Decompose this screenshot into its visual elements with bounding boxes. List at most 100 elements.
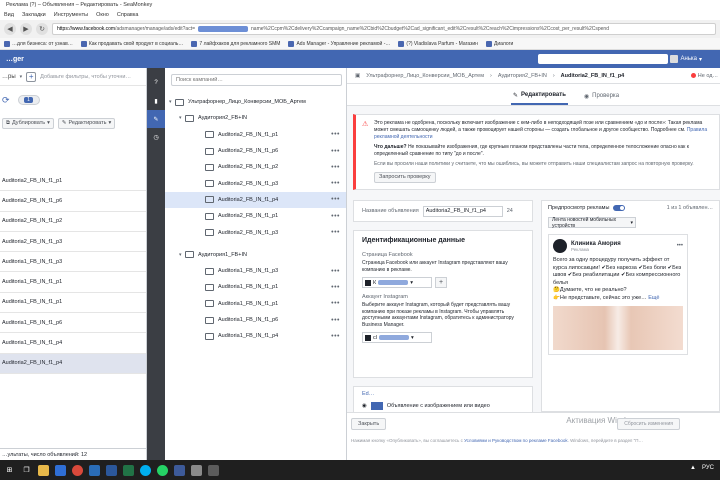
tree-ad[interactable]: Auditoria1_FB_IN_f1_p4 ••• (165, 328, 346, 344)
table-row[interactable]: Auditoria2_FB_IN_f1_p3 (0, 232, 146, 253)
table-row[interactable]: Auditoria2_FB_IN_f1_p1 (0, 171, 146, 192)
tab-edit[interactable]: ✎ Редактировать (511, 87, 568, 105)
more-icon[interactable]: ••• (331, 213, 340, 220)
more-icon[interactable]: ••• (331, 300, 340, 307)
bookmark-2[interactable]: Как продавать свой продукт в социаль… (80, 40, 183, 47)
bookmark-3[interactable]: 7 лайфхаков для рекламного SMM (191, 40, 280, 47)
placement-select[interactable]: Лента новостей мобильных устройств ▾ (548, 217, 636, 229)
photoshop-icon[interactable] (89, 464, 100, 476)
ig-account-select[interactable]: cl ▾ (362, 332, 432, 343)
excel-icon[interactable] (123, 464, 134, 476)
table-row[interactable]: Auditoria1_FB_IN_f1_p1 (0, 272, 146, 293)
filters-dropdown[interactable]: …ры (2, 74, 16, 80)
more-icon[interactable]: ••• (331, 317, 340, 324)
radio-icon[interactable]: ◉ (362, 403, 367, 409)
whatsapp-icon[interactable] (157, 464, 168, 476)
menu-bookmarks[interactable]: Закладки (22, 12, 46, 18)
user-menu[interactable]: Анька ▾ (670, 55, 702, 63)
forward-icon[interactable]: ▶ (20, 23, 32, 35)
terms-link[interactable]: Условиями и Руководством по рекламе Face… (464, 438, 568, 443)
table-row[interactable]: Auditoria1_FB_IN_f1_p6 (0, 313, 146, 334)
clock-icon[interactable]: ◷ (147, 128, 165, 146)
language-indicator[interactable]: РУС (702, 465, 714, 471)
address-input[interactable]: https://www.facebook.com/adsmanager/mana… (52, 23, 716, 35)
bookmark-6[interactable]: Диалоги (485, 40, 513, 47)
tree-adset[interactable]: ▾ Аудитория2_FB+IN (165, 110, 346, 126)
back-icon[interactable]: ◀ (4, 23, 16, 35)
reload-icon[interactable]: ↻ (36, 23, 48, 35)
table-row[interactable]: Auditoria1_FB_IN_f1_p1 (0, 293, 146, 314)
network-icon[interactable]: ▲ (690, 465, 696, 471)
pencil-icon[interactable]: ✎ (147, 110, 165, 128)
menu-tools[interactable]: Инструменты (54, 12, 88, 18)
folder-icon[interactable] (38, 464, 49, 476)
request-review-button[interactable]: Запросить проверку (374, 172, 436, 183)
more-icon[interactable]: ••• (331, 131, 340, 138)
more-icon[interactable]: ••• (331, 229, 340, 236)
add-filter-button[interactable]: + (26, 71, 37, 82)
tree-ad[interactable]: Auditoria1_FB_IN_f1_p6 ••• (165, 312, 346, 328)
bookmark-4[interactable]: Ads Manager - Управление рекламой -… (288, 40, 390, 47)
tree-ad-selected[interactable]: Auditoria2_FB_IN_f1_p4 ••• (165, 191, 346, 209)
more-icon[interactable]: ••• (331, 284, 340, 291)
table-row-selected[interactable]: Auditoria2_FB_IN_f1_p4 (0, 353, 146, 374)
tree-ad[interactable]: Auditoria1_FB_IN_f1_p1 ••• (165, 296, 346, 312)
sidebar-toggle-icon[interactable]: ▣ (355, 73, 360, 79)
more-icon[interactable]: ••• (677, 243, 683, 249)
tree-campaign[interactable]: ▾ Ультрафорнер_Лицо_Конверсии_МОБ_Артем (165, 94, 346, 110)
tree-ad[interactable]: Auditoria2_FB_IN_f1_p1 ••• (165, 208, 346, 224)
chrome-icon[interactable] (72, 464, 83, 476)
selected-count-toggle[interactable]: 1 (17, 95, 40, 105)
tab-preview[interactable]: ◉ Проверка (582, 87, 621, 105)
tree-search[interactable] (171, 74, 342, 86)
more-icon[interactable]: ••• (331, 196, 340, 203)
more-icon[interactable]: ••• (331, 180, 340, 187)
fb-page-select[interactable]: К ▾ (362, 277, 432, 288)
refresh-icon[interactable]: ⟳ (2, 95, 10, 106)
preview-toggle[interactable] (613, 205, 626, 211)
menu-window[interactable]: Окно (96, 12, 109, 18)
word-icon[interactable] (106, 464, 117, 476)
start-icon[interactable]: ⊞ (4, 465, 15, 476)
more-icon[interactable]: ••• (331, 333, 340, 340)
tree-adset[interactable]: ▾ Аудитория1_FB+IN (165, 247, 346, 263)
more-icon[interactable]: ••• (331, 164, 340, 171)
fb-search-input[interactable] (538, 54, 668, 64)
tree-ad[interactable]: Auditoria1_FB_IN_f1_p3 ••• (165, 263, 346, 279)
app-icon[interactable] (208, 464, 219, 476)
tree-ad[interactable]: Auditoria2_FB_IN_f1_p6 ••• (165, 143, 346, 159)
ad-name-input[interactable] (422, 205, 503, 217)
table-row[interactable]: Auditoria2_FB_IN_f1_p6 (0, 191, 146, 212)
chart-icon[interactable]: ▮ (147, 92, 165, 110)
tree-search-input[interactable] (176, 77, 341, 83)
task-view-icon[interactable]: ❐ (21, 465, 32, 476)
seamonkey-icon[interactable] (174, 464, 185, 476)
ad-format-option[interactable]: ◉ Объявление с изображением или видео (362, 402, 524, 410)
see-more-link[interactable]: Ещё (648, 295, 659, 301)
tree-ad[interactable]: Auditoria2_FB_IN_f1_p3 ••• (165, 224, 346, 240)
menu-view[interactable]: Вид (4, 12, 14, 18)
tree-ad[interactable]: Auditoria2_FB_IN_f1_p1 ••• (165, 127, 346, 143)
browser-icon[interactable] (55, 464, 66, 476)
bookmark-1[interactable]: …для бизнеса: от узнав… (4, 40, 73, 47)
help-icon[interactable]: ? (147, 74, 165, 92)
edit-button[interactable]: ✎ Редактировать ▾ (57, 117, 116, 129)
tree-ad[interactable]: Auditoria2_FB_IN_f1_p2 ••• (165, 159, 346, 175)
bookmark-5[interactable]: (?) Vladislava Parfum - Магазин (398, 40, 478, 47)
app-icon[interactable] (191, 464, 202, 476)
tree-ad[interactable]: Auditoria2_FB_IN_f1_p3 ••• (165, 175, 346, 191)
close-button[interactable]: Закрыть (351, 417, 387, 430)
add-page-button[interactable]: + (435, 277, 447, 288)
reset-changes-button[interactable]: Сбросить изменения (617, 417, 680, 430)
tree-ad[interactable]: Auditoria1_FB_IN_f1_p1 ••• (165, 279, 346, 295)
menu-help[interactable]: Справка (117, 12, 139, 18)
table-row[interactable]: Auditoria1_FB_IN_f1_p3 (0, 252, 146, 273)
table-row[interactable]: Auditoria2_FB_IN_f1_p2 (0, 212, 146, 232)
more-icon[interactable]: ••• (331, 148, 340, 155)
table-row[interactable]: Auditoria1_FB_IN_f1_p4 (0, 333, 146, 354)
duplicate-button[interactable]: ⧉ Дублировать ▾ (2, 117, 54, 129)
more-icon[interactable]: ••• (331, 268, 340, 275)
breadcrumb-adset[interactable]: Аудитория2_FB+IN (498, 73, 547, 79)
breadcrumb-campaign[interactable]: Ультрафорнер_Лицо_Конверсии_МОБ_Артем (366, 73, 484, 79)
skype-icon[interactable] (140, 464, 151, 476)
